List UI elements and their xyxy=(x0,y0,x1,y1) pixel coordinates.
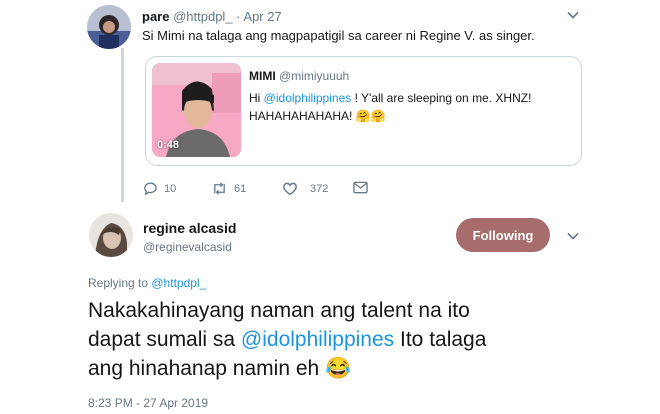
author-handle[interactable]: @httpdpl_ xyxy=(173,9,232,24)
reply-icon xyxy=(144,182,157,196)
reply-handle-link[interactable]: @httpdpl_ xyxy=(151,276,206,290)
quoted-text: Hi @idolphilippines ! Y'all are sleeping… xyxy=(249,89,531,125)
message-button[interactable] xyxy=(353,181,368,194)
tweet-text-prefix: dapat sumali sa xyxy=(88,328,241,351)
reply-count: 10 xyxy=(164,182,177,195)
author-name[interactable]: pare xyxy=(142,9,169,24)
retweet-count: 61 xyxy=(234,182,247,195)
tweet-text-suffix: Ito talaga xyxy=(394,328,487,351)
like-count: 372 xyxy=(310,182,329,195)
quoted-text-line1: Hi @idolphilippines ! Y'all are sleeping… xyxy=(249,89,531,107)
retweet-button[interactable]: 61 xyxy=(211,181,246,196)
thread-line xyxy=(121,48,124,202)
avatar[interactable] xyxy=(87,5,131,49)
video-thumbnail[interactable]: 0:48 xyxy=(152,63,241,157)
chevron-down-icon[interactable] xyxy=(566,8,580,27)
tweet-date[interactable]: Apr 27 xyxy=(243,9,281,24)
replying-prefix: Replying to xyxy=(88,276,152,290)
heart-icon xyxy=(283,182,297,196)
quoted-text-prefix: Hi xyxy=(249,91,264,105)
reply-button[interactable]: 10 xyxy=(143,181,176,196)
quoted-text-line2: HAHAHAHAHAHA! 🤗🤗 xyxy=(249,109,386,123)
retweet-icon xyxy=(214,182,225,195)
tweet-text-line1: Nakakahinayang naman ang talent na ito xyxy=(88,299,470,322)
tweet-timestamp[interactable]: 8:23 PM - 27 Apr 2019 xyxy=(88,396,208,410)
video-duration: 0:48 xyxy=(157,139,180,151)
quoted-text-suffix: ! Y'all are sleeping on me. XHNZ! xyxy=(351,91,532,105)
quoted-author-handle[interactable]: @mimiyuuuh xyxy=(279,69,349,83)
tweet-text: Si Mimi na talaga ang magpapatigil sa ca… xyxy=(142,28,535,43)
tweet-text: Nakakahinayang naman ang talent na ito d… xyxy=(88,296,486,383)
envelope-icon xyxy=(353,181,368,194)
quoted-author-name[interactable]: MIMI xyxy=(249,69,276,83)
tweet-text-line3: ang hinahanap namin eh 😂 xyxy=(88,357,352,380)
mention-link[interactable]: @idolphilippines xyxy=(264,91,352,105)
replying-to: Replying to @httpdpl_ xyxy=(88,276,206,290)
author-handle[interactable]: @reginevalcasid xyxy=(143,240,232,254)
author-name[interactable]: regine alcasid xyxy=(143,220,236,236)
chevron-down-icon[interactable] xyxy=(566,229,580,248)
following-button[interactable]: Following xyxy=(456,218,550,252)
mention-link[interactable]: @idolphilippines xyxy=(241,328,394,351)
tweet-text-line2: dapat sumali sa @idolphilippines Ito tal… xyxy=(88,325,486,354)
avatar[interactable] xyxy=(89,213,133,257)
tweet-header: pare @httpdpl_ · Apr 27 xyxy=(142,9,282,24)
quoted-tweet-card[interactable]: 0:48 MIMI @mimiyuuuh Hi @idolphilippines… xyxy=(145,56,582,166)
quoted-header: MIMI @mimiyuuuh xyxy=(249,69,349,83)
like-button[interactable]: 372 xyxy=(282,181,328,196)
separator: · xyxy=(232,9,244,24)
